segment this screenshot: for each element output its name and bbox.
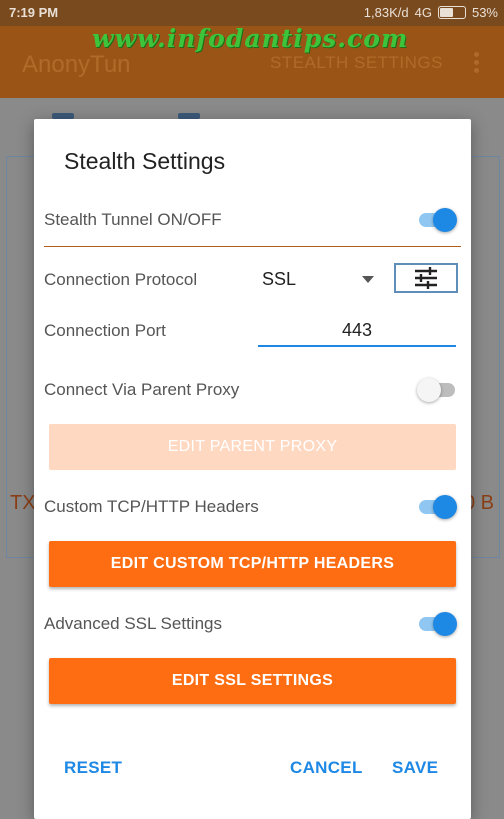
battery-percent: 53% <box>471 5 498 20</box>
divider <box>44 246 461 247</box>
status-bar: 7:19 PM 1,83K/d 4G 53% <box>0 0 504 26</box>
parent-proxy-toggle[interactable] <box>417 376 459 402</box>
dialog-title: Stealth Settings <box>64 148 226 174</box>
chevron-down-icon <box>362 276 374 283</box>
parent-proxy-label: Connect Via Parent Proxy <box>44 380 240 399</box>
status-indicators: 1,83K/d 4G 53% <box>364 5 498 20</box>
protocol-selected-value: SSL <box>262 269 297 289</box>
custom-headers-toggle[interactable] <box>417 493 459 519</box>
battery-icon <box>437 6 466 19</box>
edit-parent-proxy-button[interactable]: EDIT PARENT PROXY <box>49 424 456 470</box>
toggle-thumb <box>433 612 457 636</box>
stealth-tunnel-toggle[interactable] <box>417 206 459 232</box>
edit-custom-headers-button[interactable]: EDIT CUSTOM TCP/HTTP HEADERS <box>49 541 456 587</box>
custom-headers-label: Custom TCP/HTTP Headers <box>44 497 259 516</box>
ssl-settings-label: Advanced SSL Settings <box>44 614 222 633</box>
save-button[interactable]: SAVE <box>392 758 438 778</box>
background-tx-label: TX <box>10 492 36 514</box>
connection-port-label: Connection Port <box>44 321 166 340</box>
app-title: AnonyTun <box>22 51 131 78</box>
toggle-thumb <box>433 495 457 519</box>
connection-protocol-label: Connection Protocol <box>44 270 198 289</box>
connection-port-input[interactable] <box>258 315 456 347</box>
protocol-select[interactable]: SSL <box>262 267 374 293</box>
network-type: 4G <box>414 5 432 20</box>
sliders-icon <box>415 267 437 289</box>
more-vert-icon[interactable] <box>468 50 484 76</box>
ssl-settings-toggle[interactable] <box>417 610 459 636</box>
toggle-thumb <box>417 378 441 402</box>
toggle-thumb <box>433 208 457 232</box>
reset-button[interactable]: RESET <box>64 758 122 778</box>
cancel-button[interactable]: CANCEL <box>290 758 363 778</box>
stealth-settings-action[interactable]: STEALTH SETTINGS <box>270 53 443 73</box>
edit-ssl-settings-button[interactable]: EDIT SSL SETTINGS <box>49 658 456 704</box>
stealth-tunnel-label: Stealth Tunnel ON/OFF <box>44 210 222 229</box>
watermark: www.infodantips.com <box>92 24 409 53</box>
status-time: 7:19 PM <box>9 5 59 20</box>
stealth-settings-dialog: Stealth Settings Stealth Tunnel ON/OFF C… <box>34 119 471 819</box>
protocol-settings-button[interactable] <box>394 263 458 293</box>
network-speed: 1,83K/d <box>363 5 409 20</box>
